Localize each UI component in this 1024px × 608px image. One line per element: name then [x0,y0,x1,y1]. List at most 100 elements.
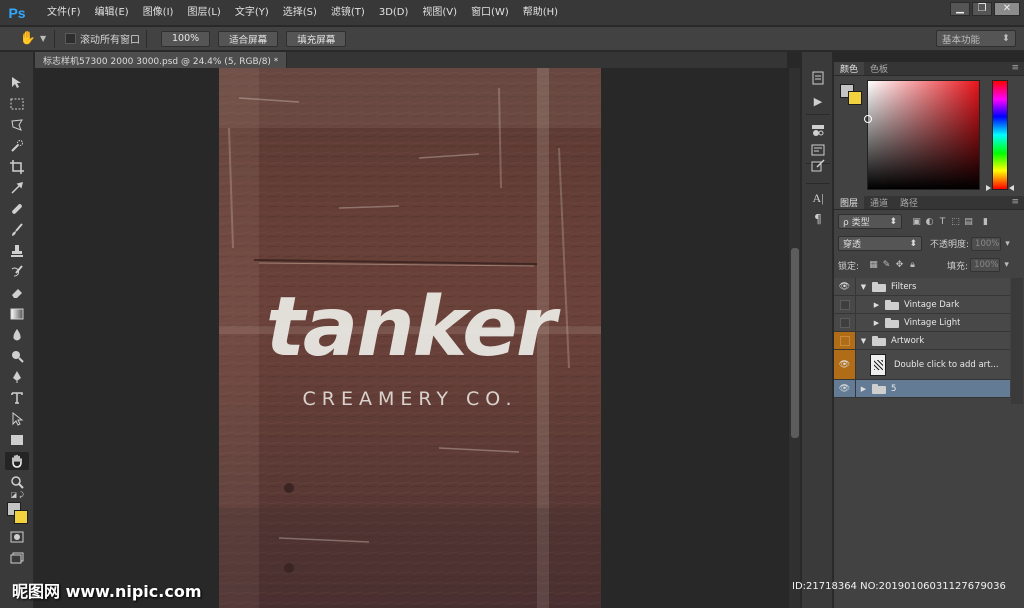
menu-edit[interactable]: 编辑(E) [88,0,136,26]
collapse-triangle-icon[interactable]: ▶ [872,301,881,309]
layer-row[interactable]: ▼ Artwork [834,332,1010,350]
fit-screen-button[interactable]: 适合屏幕 [218,30,279,47]
lock-all-icon[interactable]: 🔒︎ [906,260,919,270]
quick-mask-icon[interactable] [5,528,29,546]
collapse-triangle-icon[interactable]: ▶ [872,319,881,327]
type-filter-icon[interactable]: T [936,217,949,227]
menu-file[interactable]: 文件(F) [40,0,88,26]
panel-menu-icon[interactable]: ≡ [1011,63,1019,73]
move-tool-icon[interactable] [5,74,29,92]
eye-icon[interactable]: 👁︎ [834,380,856,397]
hue-slider[interactable] [992,80,1008,190]
scroll-all-windows-checkbox[interactable] [65,33,76,44]
background-color-swatch[interactable] [14,510,28,524]
layer-row[interactable]: ▶ Vintage Dark [834,296,1010,314]
fill-input[interactable]: 100% [970,258,1001,272]
workspace-select[interactable]: 基本功能 ⬍ [936,30,1016,47]
scrollbar-thumb[interactable] [791,248,799,438]
zoom-tool-icon[interactable] [5,473,29,491]
paragraph-panel-icon[interactable]: ¶ [809,211,827,227]
swap-colors-icon[interactable]: ◪ ⤸ [5,490,29,500]
smart-object-filter-icon[interactable]: ▤ [962,217,975,227]
restore-button[interactable]: ❐ [972,2,992,16]
opacity-input[interactable]: 100% [971,236,1002,251]
lock-image-icon[interactable]: ✎ [880,260,893,270]
color-picker-cursor[interactable] [864,115,872,123]
close-button[interactable]: ✕ [994,2,1020,16]
menu-select[interactable]: 选择(S) [276,0,324,26]
minimize-button[interactable]: ▁ [950,2,970,16]
hidden-eye-box[interactable] [839,335,850,346]
menu-type[interactable]: 文字(Y) [228,0,276,26]
hidden-eye-box[interactable] [839,299,850,310]
tab-layers[interactable]: 图层 [834,196,865,209]
visibility-toggle[interactable] [834,296,856,313]
eye-icon[interactable]: 👁︎ [834,350,856,379]
layer-row[interactable]: 👁︎ Double click to add art... [834,350,1010,380]
menu-3d[interactable]: 3D(D) [372,0,416,26]
tab-channels[interactable]: 通道 [864,196,894,209]
adjustment-filter-icon[interactable]: ◐ [923,217,936,227]
document-canvas[interactable]: tanker CREAMERY CO. [219,68,601,608]
lock-transparent-icon[interactable]: ▦ [867,260,880,270]
hue-slider-handle[interactable] [986,185,991,191]
zoom-100-button[interactable]: 100% [161,30,211,47]
path-selection-tool-icon[interactable] [5,410,29,428]
brush-tool-icon[interactable] [5,221,29,239]
blur-tool-icon[interactable] [5,326,29,344]
lasso-tool-icon[interactable] [5,116,29,134]
marquee-tool-icon[interactable] [5,95,29,113]
canvas-vertical-scrollbar[interactable] [788,68,800,608]
hand-tool-icon[interactable] [5,452,29,470]
chevron-down-icon[interactable]: ▾ [1001,239,1014,249]
menu-view[interactable]: 视图(V) [415,0,464,26]
expand-triangle-icon[interactable]: ▼ [859,337,868,345]
tab-paths[interactable]: 路径 [894,196,924,209]
quick-selection-tool-icon[interactable] [5,137,29,155]
canvas-area[interactable]: tanker CREAMERY CO. [35,68,788,608]
filter-toggle-icon[interactable]: ▮ [979,217,992,227]
screen-mode-icon[interactable] [5,549,29,567]
fill-screen-button[interactable]: 填充屏幕 [286,30,347,47]
type-tool-icon[interactable] [5,389,29,407]
pixel-filter-icon[interactable]: ▣ [910,217,923,227]
shape-filter-icon[interactable]: ⬚ [949,217,962,227]
scroll-all-windows-option[interactable]: 滚动所有窗口 [65,31,140,46]
hand-tool-preset-icon[interactable]: ✋ [18,29,38,49]
brush-presets-panel-icon[interactable] [809,158,827,174]
color-panel-background[interactable] [848,91,862,105]
pen-tool-icon[interactable] [5,368,29,386]
character-panel-icon[interactable]: A| [809,190,827,206]
chevron-down-icon[interactable]: ▾ [1000,260,1013,270]
lock-position-icon[interactable]: ✥ [893,260,906,270]
gradient-tool-icon[interactable] [5,305,29,323]
adjustments-panel-icon[interactable] [809,122,827,138]
layers-scrollbar[interactable] [1011,278,1023,404]
color-picker-field[interactable] [864,80,980,190]
eyedropper-tool-icon[interactable] [5,179,29,197]
visibility-toggle[interactable] [834,332,856,349]
panel-menu-icon[interactable]: ≡ [1011,197,1019,207]
properties-panel-icon[interactable] [809,142,827,158]
dodge-tool-icon[interactable] [5,347,29,365]
layer-row-selected[interactable]: 👁︎ ▶ 5 [834,380,1010,398]
layer-filter-select[interactable]: ρ 类型 ⬍ [838,214,902,229]
eye-icon[interactable]: 👁︎ [834,278,856,295]
menu-help[interactable]: 帮助(H) [516,0,565,26]
menu-filter[interactable]: 滤镜(T) [324,0,372,26]
chevron-down-icon[interactable]: ▼ [40,34,48,43]
eraser-tool-icon[interactable] [5,284,29,302]
actions-panel-icon[interactable]: ▶ [809,93,827,109]
tab-color[interactable]: 颜色 [834,62,865,75]
menu-image[interactable]: 图像(I) [136,0,181,26]
rectangle-tool-icon[interactable] [5,431,29,449]
healing-brush-tool-icon[interactable] [5,200,29,218]
tab-swatches[interactable]: 色板 [864,62,894,75]
expand-triangle-icon[interactable]: ▼ [859,283,868,291]
layer-row[interactable]: 👁︎ ▼ Filters [834,278,1010,296]
layer-row[interactable]: ▶ Vintage Light [834,314,1010,332]
visibility-toggle[interactable] [834,314,856,331]
crop-tool-icon[interactable] [5,158,29,176]
hidden-eye-box[interactable] [839,317,850,328]
hue-slider-handle[interactable] [1009,185,1014,191]
